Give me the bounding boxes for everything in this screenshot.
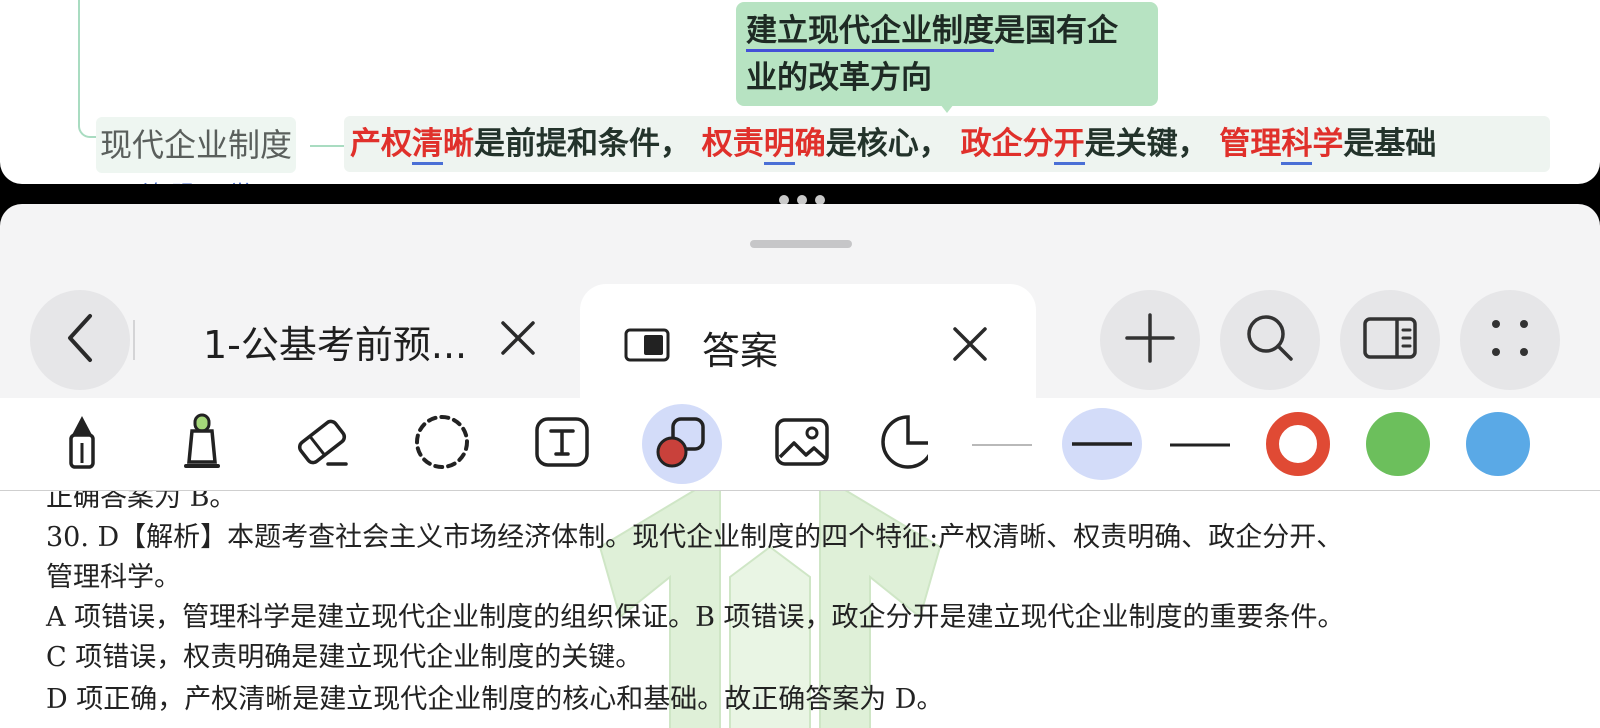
lasso-tool[interactable] bbox=[404, 406, 480, 482]
feature-item: 产权清晰是前提和条件， bbox=[350, 126, 702, 165]
sticker-tool[interactable] bbox=[878, 406, 928, 482]
color-green[interactable] bbox=[1366, 412, 1430, 476]
text-box-icon bbox=[534, 416, 590, 472]
chevron-left-icon bbox=[62, 312, 98, 368]
answer-document[interactable]: 正确答案为 B。 30. D【解析】本题考查社会主义市场经济体制。现代企业制度的… bbox=[0, 491, 1600, 728]
close-icon[interactable] bbox=[500, 320, 536, 360]
lasso-icon bbox=[413, 413, 471, 475]
shape-tool[interactable] bbox=[642, 404, 722, 484]
text-tool[interactable] bbox=[524, 406, 600, 482]
tab-2-title: 答案 bbox=[702, 329, 779, 373]
drawing-toolbar bbox=[0, 398, 1600, 490]
close-icon[interactable] bbox=[952, 326, 988, 366]
callout-pointer bbox=[940, 104, 954, 113]
plus-icon bbox=[1124, 312, 1176, 368]
stroke-medium-option[interactable] bbox=[1062, 408, 1142, 480]
notes-pane: 1-公基考前预... 答案 正确答案为 B。 30. D【解析】本题考查社会主义… bbox=[0, 204, 1600, 728]
search-button[interactable] bbox=[1220, 290, 1320, 390]
medium-line-icon bbox=[1072, 442, 1132, 446]
color-blue[interactable] bbox=[1466, 412, 1530, 476]
feature-item: 管理科学是基础 bbox=[1219, 126, 1436, 165]
eraser-tool[interactable] bbox=[284, 406, 360, 482]
tab-answers[interactable]: 答案 bbox=[580, 284, 1036, 414]
image-icon bbox=[774, 417, 830, 471]
doc-line-0: 正确答案为 B。 bbox=[46, 491, 237, 513]
image-tool[interactable] bbox=[764, 406, 840, 482]
doc-line-4: C 项错误，权责明确是建立现代企业制度的关键。 bbox=[46, 642, 643, 673]
split-view-icon bbox=[1363, 317, 1417, 363]
thick-line-icon bbox=[1170, 443, 1230, 447]
four-dots-icon bbox=[1490, 318, 1530, 362]
mindmap-callout[interactable]: 建立现代企业制度是国有企 业的改革方向 bbox=[736, 2, 1158, 106]
callout-underlined-text: 建立现代企业制度 bbox=[746, 13, 994, 52]
mindmap-cut-off-text: · 清 明 工 学 bbox=[124, 176, 247, 184]
mindmap-pane[interactable]: 建立现代企业制度是国有企 业的改革方向 现代企业制度 产权清晰是前提和条件， 权… bbox=[0, 0, 1600, 184]
new-tab-button[interactable] bbox=[1100, 290, 1200, 390]
back-button[interactable] bbox=[30, 290, 130, 390]
mindmap-branch-line bbox=[78, 0, 80, 125]
tab-1-title[interactable]: 1-公基考前预... bbox=[203, 314, 467, 369]
pen-tool[interactable] bbox=[44, 406, 120, 482]
split-view-handle[interactable] bbox=[775, 190, 835, 205]
pen-icon bbox=[62, 413, 102, 475]
sheet-grabber[interactable] bbox=[750, 240, 852, 248]
eraser-icon bbox=[292, 414, 352, 474]
mindmap-node-label[interactable]: 现代企业制度 bbox=[96, 117, 297, 173]
color-red-selected[interactable] bbox=[1266, 412, 1330, 476]
doc-line-1: 30. D【解析】本题考查社会主义市场经济体制。现代企业制度的四个特征:产权清晰… bbox=[46, 522, 1344, 553]
mindmap-node-connector bbox=[310, 145, 344, 147]
doc-line-5: D 项正确，产权清晰是建立现代企业制度的核心和基础。故正确答案为 D。 bbox=[46, 684, 944, 715]
feature-item: 政企分开是关键， bbox=[961, 126, 1220, 165]
mindmap-branch-connector bbox=[78, 110, 98, 138]
callout-text-line1-rest: 是国有企 bbox=[994, 13, 1118, 49]
feature-item: 权责明确是核心， bbox=[702, 126, 961, 165]
stroke-thin-option[interactable] bbox=[962, 410, 1042, 480]
sticker-icon bbox=[878, 413, 928, 475]
stroke-thick-option[interactable] bbox=[1160, 410, 1240, 480]
mindmap-features-node[interactable]: 产权清晰是前提和条件， 权责明确是核心， 政企分开是关键， 管理科学是基础 bbox=[344, 116, 1550, 172]
more-button[interactable] bbox=[1460, 290, 1560, 390]
callout-text-line2: 业的改革方向 bbox=[746, 60, 932, 96]
highlighter-tool[interactable] bbox=[164, 406, 240, 482]
tab-separator bbox=[133, 320, 135, 360]
stroke-options-panel bbox=[928, 398, 1600, 490]
thin-line-icon bbox=[972, 444, 1032, 446]
doc-line-3: A 项错误，管理科学是建立现代企业制度的组织保证。B 项错误，政企分开是建立现代… bbox=[46, 602, 1345, 633]
shape-icon bbox=[655, 415, 709, 473]
search-icon bbox=[1244, 312, 1296, 368]
highlighter-icon bbox=[182, 412, 222, 476]
split-view-button[interactable] bbox=[1340, 290, 1440, 390]
document-layout-icon bbox=[624, 328, 670, 366]
doc-line-2: 管理科学。 bbox=[46, 562, 181, 593]
